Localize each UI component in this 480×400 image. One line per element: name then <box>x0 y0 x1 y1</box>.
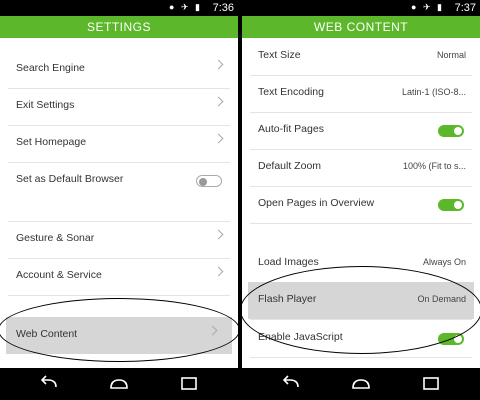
battery-icon: ▮ <box>195 2 202 12</box>
item-value: Latin-1 (ISO-8... <box>401 87 466 97</box>
item-value: Normal <box>436 50 466 60</box>
status-bar: ● ✈ ▮ 7:36 <box>0 0 238 16</box>
settings-item-web-content[interactable]: Web Content <box>6 317 232 354</box>
settings-item-set-homepage[interactable]: Set Homepage <box>0 125 238 162</box>
item-label: Set as Default Browser <box>16 173 124 185</box>
divider <box>250 357 472 358</box>
status-time: 7:36 <box>212 2 234 14</box>
settings-item-account-service[interactable]: Account & Service <box>0 258 238 295</box>
item-label: Text Size <box>258 49 301 61</box>
back-icon[interactable] <box>280 374 302 394</box>
chevron-right-icon <box>207 325 218 336</box>
home-icon[interactable] <box>108 374 130 394</box>
chevron-right-icon <box>213 229 224 240</box>
default-browser-toggle[interactable] <box>196 175 222 187</box>
settings-item-exit-settings[interactable]: Exit Settings <box>0 88 238 125</box>
status-bar: ● ✈ ▮ 7:37 <box>242 0 480 16</box>
settings-item-search-engine[interactable]: Search Engine <box>0 51 238 88</box>
toggle-knob <box>199 178 207 186</box>
chevron-right-icon <box>213 96 224 107</box>
web-content-list: Text Size Normal Text Encoding Latin-1 (… <box>242 38 480 368</box>
settings-item-text-encoding[interactable]: Text Encoding Latin-1 (ISO-8... <box>242 75 480 112</box>
navigation-bar <box>0 368 238 400</box>
item-value: Always On <box>422 257 466 267</box>
toggle-knob <box>454 335 462 343</box>
item-label: Gesture & Sonar <box>16 232 95 244</box>
settings-item-load-images[interactable]: Load Images Always On <box>242 245 480 282</box>
item-label: Account & Service <box>16 269 102 281</box>
back-icon[interactable] <box>38 374 60 394</box>
settings-item-gesture-sonar[interactable]: Gesture & Sonar <box>0 221 238 258</box>
settings-item-default-zoom[interactable]: Default Zoom 100% (Fit to s... <box>242 149 480 186</box>
item-label: Load Images <box>258 256 319 268</box>
toggle-knob <box>454 201 462 209</box>
settings-item-flash-player[interactable]: Flash Player On Demand <box>248 282 474 319</box>
wifi-icon: ● <box>411 2 419 12</box>
item-label: Flash Player <box>258 293 317 305</box>
settings-list: Search Engine Exit Settings Set Homepage… <box>0 38 238 368</box>
settings-item-open-pages-overview[interactable]: Open Pages in Overview <box>242 186 480 223</box>
settings-item-auto-fit-pages[interactable]: Auto-fit Pages <box>242 112 480 149</box>
status-icons: ● ✈ ▮ <box>169 2 202 13</box>
item-label: Open Pages in Overview <box>258 197 375 209</box>
page-title: WEB CONTENT <box>242 16 480 38</box>
page-title: SETTINGS <box>0 16 238 38</box>
chevron-right-icon <box>213 59 224 70</box>
wifi-icon: ● <box>169 2 177 12</box>
item-value: On Demand <box>417 294 466 304</box>
settings-item-default-browser[interactable]: Set as Default Browser <box>0 162 238 199</box>
item-label: Exit Settings <box>16 99 75 111</box>
divider <box>8 295 230 296</box>
item-label: Web Content <box>16 328 78 340</box>
settings-item-text-size[interactable]: Text Size Normal <box>242 38 480 75</box>
toggle-knob <box>454 127 462 135</box>
chevron-right-icon <box>213 133 224 144</box>
recents-icon[interactable] <box>178 374 200 394</box>
item-label: Enable JavaScript <box>258 331 343 343</box>
navigation-bar <box>242 368 480 400</box>
javascript-toggle[interactable] <box>438 333 464 345</box>
item-label: Default Zoom <box>258 160 322 172</box>
divider <box>250 223 472 224</box>
web-content-screen: ● ✈ ▮ 7:37 WEB CONTENT Text Size Normal … <box>242 0 480 400</box>
item-label: Text Encoding <box>258 86 324 98</box>
item-label: Set Homepage <box>16 136 87 148</box>
item-value: 100% (Fit to s... <box>402 161 466 171</box>
settings-item-enable-javascript[interactable]: Enable JavaScript <box>242 320 480 357</box>
airplane-icon: ✈ <box>422 2 433 12</box>
item-label: Auto-fit Pages <box>258 123 324 135</box>
settings-screen: ● ✈ ▮ 7:36 SETTINGS Search Engine Exit S… <box>0 0 238 400</box>
status-time: 7:37 <box>454 2 476 14</box>
chevron-right-icon <box>213 266 224 277</box>
auto-fit-toggle[interactable] <box>438 125 464 137</box>
home-icon[interactable] <box>350 374 372 394</box>
airplane-icon: ✈ <box>180 2 191 12</box>
battery-icon: ▮ <box>437 2 444 12</box>
overview-toggle[interactable] <box>438 199 464 211</box>
status-icons: ● ✈ ▮ <box>411 2 444 13</box>
item-label: Search Engine <box>16 62 85 74</box>
recents-icon[interactable] <box>420 374 442 394</box>
